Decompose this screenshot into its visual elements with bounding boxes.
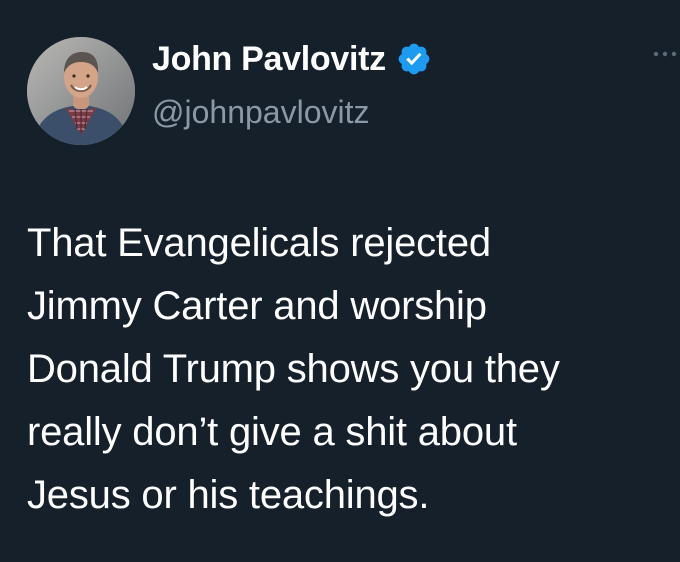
avatar[interactable] <box>27 37 135 145</box>
verified-badge-icon <box>398 43 430 75</box>
tweet-card: John Pavlovitz @johnpavlovitz That Evang… <box>0 0 680 562</box>
avatar-photo <box>27 37 135 145</box>
tweet-text-line: really don’t give a shit about <box>27 410 517 454</box>
tweet-text-line: Jimmy Carter and worship <box>27 284 487 328</box>
more-options-icon[interactable] <box>650 46 680 62</box>
tweet-text-line: Donald Trump shows you they <box>27 347 560 391</box>
display-name[interactable]: John Pavlovitz <box>152 38 386 80</box>
author-handle[interactable]: @johnpavlovitz <box>152 92 369 132</box>
tweet-text-line: That Evangelicals rejected <box>27 221 491 265</box>
tweet-text-line: Jesus or his teachings. <box>27 473 430 517</box>
author-name-row: John Pavlovitz <box>152 38 432 80</box>
tweet-text: That Evangelicals rejected Jimmy Carter … <box>27 212 672 527</box>
